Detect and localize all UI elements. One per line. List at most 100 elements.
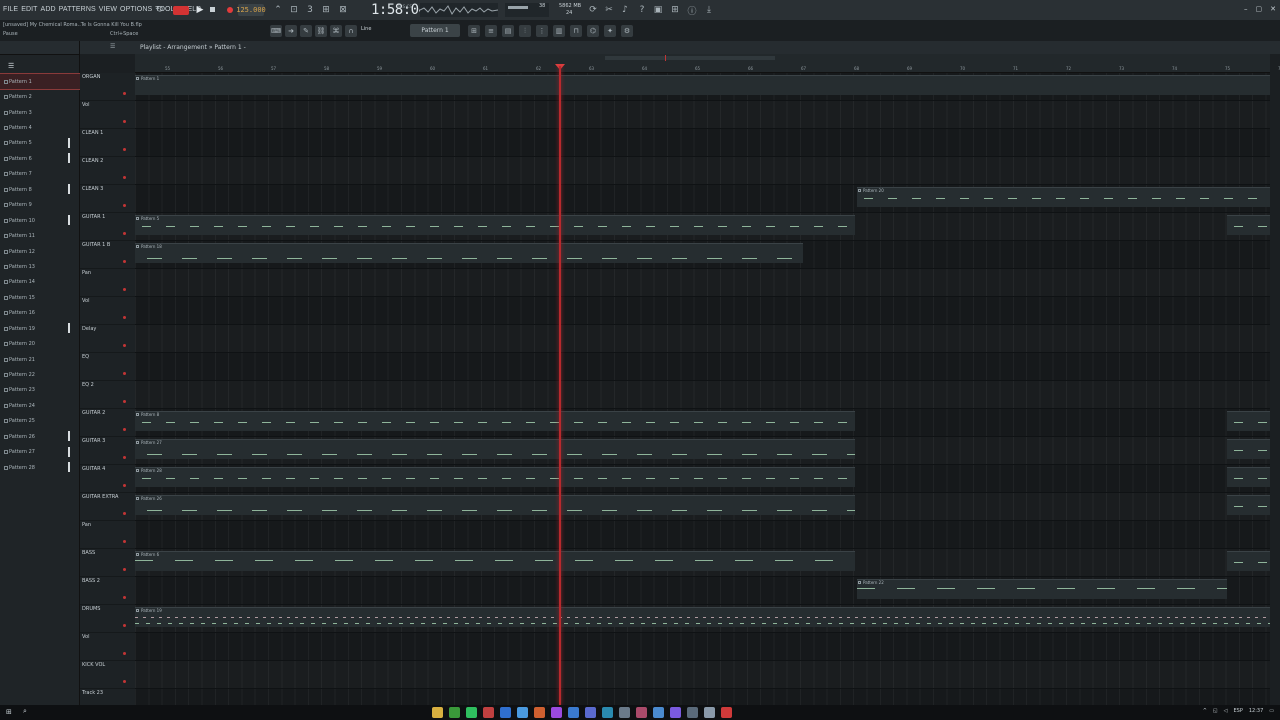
track-header[interactable]: GUITAR 4 — [80, 465, 135, 493]
language-indicator[interactable]: ESP — [1233, 708, 1242, 714]
pattern-clip[interactable]: Pattern 6 — [135, 551, 855, 571]
brush-icon[interactable]: ⌘ — [330, 25, 342, 37]
playlist-icon[interactable]: ▤ — [502, 25, 514, 37]
track-mute-indicator[interactable] — [123, 540, 126, 543]
pattern-list-item[interactable]: Pattern 10 — [0, 213, 80, 228]
track-header[interactable]: DRUMS — [80, 605, 135, 633]
track-header[interactable]: GUITAR 1 — [80, 213, 135, 241]
track-header[interactable]: GUITAR EXTRA — [80, 493, 135, 521]
save-icon[interactable]: ▣ — [652, 4, 664, 16]
track-header[interactable]: ORGAN — [80, 73, 135, 101]
track-mute-indicator[interactable] — [123, 456, 126, 459]
pattern-clip[interactable] — [1227, 467, 1270, 487]
track-mute-indicator[interactable] — [123, 624, 126, 627]
pattern-clip[interactable]: Pattern 8 — [135, 411, 855, 431]
app-icon-blue[interactable] — [517, 707, 528, 718]
track-mute-indicator[interactable] — [123, 260, 126, 263]
pattern-clip[interactable]: Pattern 27 — [135, 439, 855, 459]
pattern-list-item[interactable]: Pattern 15 — [0, 290, 80, 305]
track-mute-indicator[interactable] — [123, 148, 126, 151]
countdown-icon[interactable]: 3 — [304, 4, 316, 16]
track-header[interactable]: CLEAN 2 — [80, 157, 135, 185]
track-header[interactable]: BASS 2 — [80, 577, 135, 605]
pattern-clip[interactable]: Pattern 1 — [135, 75, 1270, 95]
pattern-clip[interactable]: Pattern 5 — [135, 215, 855, 235]
browser-icon[interactable]: ▥ — [553, 25, 565, 37]
pattern-clip[interactable]: Pattern 19 — [135, 607, 1270, 627]
app-icon-pink[interactable] — [636, 707, 647, 718]
pattern-clip[interactable]: Pattern 26 — [135, 495, 855, 515]
maximize-button[interactable]: ▢ — [1256, 5, 1263, 13]
arrangement-grid[interactable]: Pattern 1 Pattern 20 Pattern 5 Pattern 18 Pa… — [135, 73, 1270, 717]
track-header[interactable]: Vol — [80, 633, 135, 661]
track-header[interactable]: GUITAR 2 — [80, 409, 135, 437]
menu-item-file[interactable]: FILE — [3, 6, 18, 13]
piano-roll-icon[interactable]: ≡ — [485, 25, 497, 37]
menu-icon[interactable]: ☰ — [110, 43, 118, 51]
minimize-button[interactable]: – — [1244, 5, 1248, 13]
help-icon[interactable]: ? — [636, 4, 648, 16]
pattern-clip[interactable]: Pattern 20 — [857, 187, 1270, 207]
pattern-list-item[interactable]: Pattern 4 — [0, 120, 80, 135]
download-icon[interactable]: ⤓ — [703, 4, 715, 16]
track-header[interactable]: KICK VOL — [80, 661, 135, 689]
clock[interactable]: 12:37 — [1249, 708, 1263, 714]
app-icon-teal[interactable] — [602, 707, 613, 718]
track-header[interactable]: CLEAN 1 — [80, 129, 135, 157]
network-icon[interactable]: ◱ — [1213, 708, 1218, 714]
mixer-view-icon[interactable]: ⫶ — [519, 25, 531, 37]
playhead[interactable] — [559, 66, 561, 705]
pattern-clip[interactable] — [1227, 495, 1270, 515]
track-lane[interactable] — [135, 353, 1270, 381]
menu-item-add[interactable]: ADD — [41, 6, 56, 13]
pattern-list-item[interactable]: Pattern 26 — [0, 429, 80, 444]
horizontal-scrollbar[interactable] — [605, 56, 775, 60]
touch-keyboard-icon[interactable]: ⌬ — [587, 25, 599, 37]
track-mute-indicator[interactable] — [123, 596, 126, 599]
track-lane[interactable] — [135, 297, 1270, 325]
pattern-list-item[interactable]: Pattern 6 — [0, 151, 80, 166]
play-button[interactable]: ▶ — [194, 4, 206, 16]
pattern-list-item[interactable]: Pattern 21 — [0, 352, 80, 367]
pattern-list-item[interactable]: Pattern 2 — [0, 89, 80, 104]
wait-input-icon[interactable]: ⊡ — [288, 4, 300, 16]
pattern-clip[interactable] — [1227, 215, 1270, 235]
track-mute-indicator[interactable] — [123, 512, 126, 515]
track-lane[interactable] — [135, 381, 1270, 409]
pattern-clip[interactable] — [1227, 439, 1270, 459]
track-mute-indicator[interactable] — [123, 652, 126, 655]
track-lane[interactable] — [135, 157, 1270, 185]
mixer-icon[interactable]: ⊞ — [669, 4, 681, 16]
pattern-list-item[interactable]: Pattern 27 — [0, 445, 80, 460]
step-edit-icon[interactable]: ⊞ — [320, 4, 332, 16]
spotify-icon[interactable] — [466, 707, 477, 718]
app-icon-gray[interactable] — [619, 707, 630, 718]
explorer-icon[interactable] — [432, 707, 443, 718]
pattern-list-item[interactable]: Pattern 3 — [0, 105, 80, 120]
track-mute-indicator[interactable] — [123, 204, 126, 207]
track-mute-indicator[interactable] — [123, 428, 126, 431]
mic-icon[interactable]: ♪ — [619, 4, 631, 16]
track-header[interactable]: BASS — [80, 549, 135, 577]
track-mute-indicator[interactable] — [123, 288, 126, 291]
snap-selector[interactable]: Line — [361, 26, 401, 36]
pattern-list-item[interactable]: Pattern 24 — [0, 398, 80, 413]
track-mute-indicator[interactable] — [123, 568, 126, 571]
track-header[interactable]: EQ 2 — [80, 381, 135, 409]
app-icon-blue-3[interactable] — [653, 707, 664, 718]
gear-icon[interactable]: ⚙ — [621, 25, 633, 37]
track-header[interactable]: Delay — [80, 325, 135, 353]
pattern-list-item[interactable]: Pattern 11 — [0, 228, 80, 243]
track-header[interactable]: GUITAR 1 B — [80, 241, 135, 269]
track-lane[interactable] — [135, 129, 1270, 157]
pattern-list-item[interactable]: Pattern 22 — [0, 367, 80, 382]
track-mute-indicator[interactable] — [123, 120, 126, 123]
pattern-clip[interactable] — [1227, 551, 1270, 571]
channel-rack-icon[interactable]: ⊞ — [468, 25, 480, 37]
discord-icon[interactable] — [585, 707, 596, 718]
metronome-icon[interactable]: ⌃ — [272, 4, 284, 16]
app-icon-red[interactable] — [483, 707, 494, 718]
pattern-list-item[interactable]: Pattern 25 — [0, 414, 80, 429]
record-button[interactable] — [227, 7, 233, 13]
start-icon[interactable]: ⊞ — [6, 708, 14, 716]
